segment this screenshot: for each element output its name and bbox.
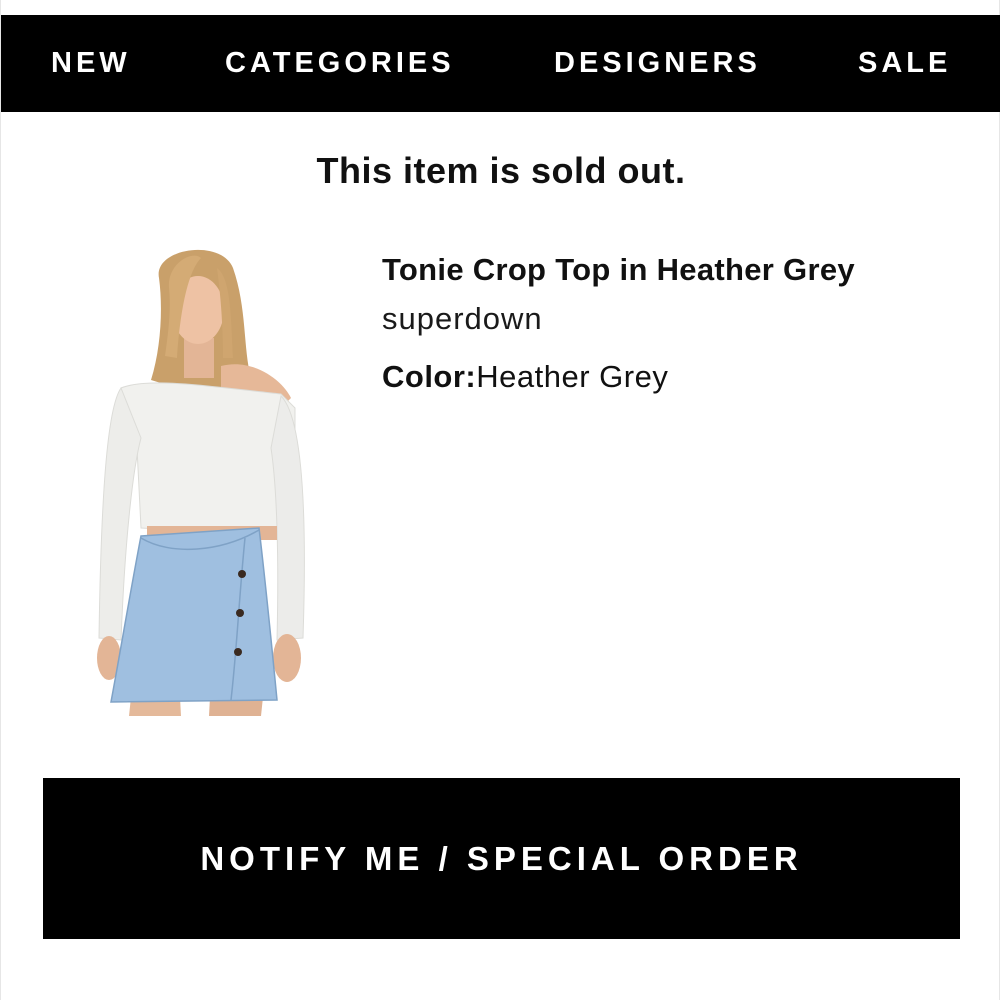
product-page: NEW CATEGORIES DESIGNERS SALE This item … — [0, 0, 1000, 1000]
model-neck — [184, 338, 214, 378]
notify-me-special-order-button[interactable]: NOTIFY ME / SPECIAL ORDER — [43, 778, 960, 939]
skirt-button — [234, 648, 242, 656]
product-brand[interactable]: superdown — [382, 299, 982, 339]
color-label: Color: — [382, 359, 477, 394]
skirt-button — [236, 609, 244, 617]
crop-top — [120, 382, 296, 533]
product-color: Color:Heather Grey — [382, 357, 982, 397]
nav-item-sale[interactable]: SALE — [858, 15, 951, 112]
skirt-button — [238, 570, 246, 578]
product-info: Tonie Crop Top in Heather Grey superdown… — [382, 250, 982, 397]
nav-item-categories[interactable]: CATEGORIES — [225, 15, 455, 112]
model-right-hand — [273, 634, 301, 682]
nav-item-designers[interactable]: DESIGNERS — [554, 15, 761, 112]
product-image — [81, 238, 321, 718]
top-nav-bar: NEW CATEGORIES DESIGNERS SALE — [1, 15, 1000, 112]
nav-item-new[interactable]: NEW — [51, 15, 131, 112]
color-value: Heather Grey — [476, 359, 669, 394]
product-name[interactable]: Tonie Crop Top in Heather Grey — [382, 250, 982, 290]
sold-out-notice: This item is sold out. — [316, 150, 686, 191]
